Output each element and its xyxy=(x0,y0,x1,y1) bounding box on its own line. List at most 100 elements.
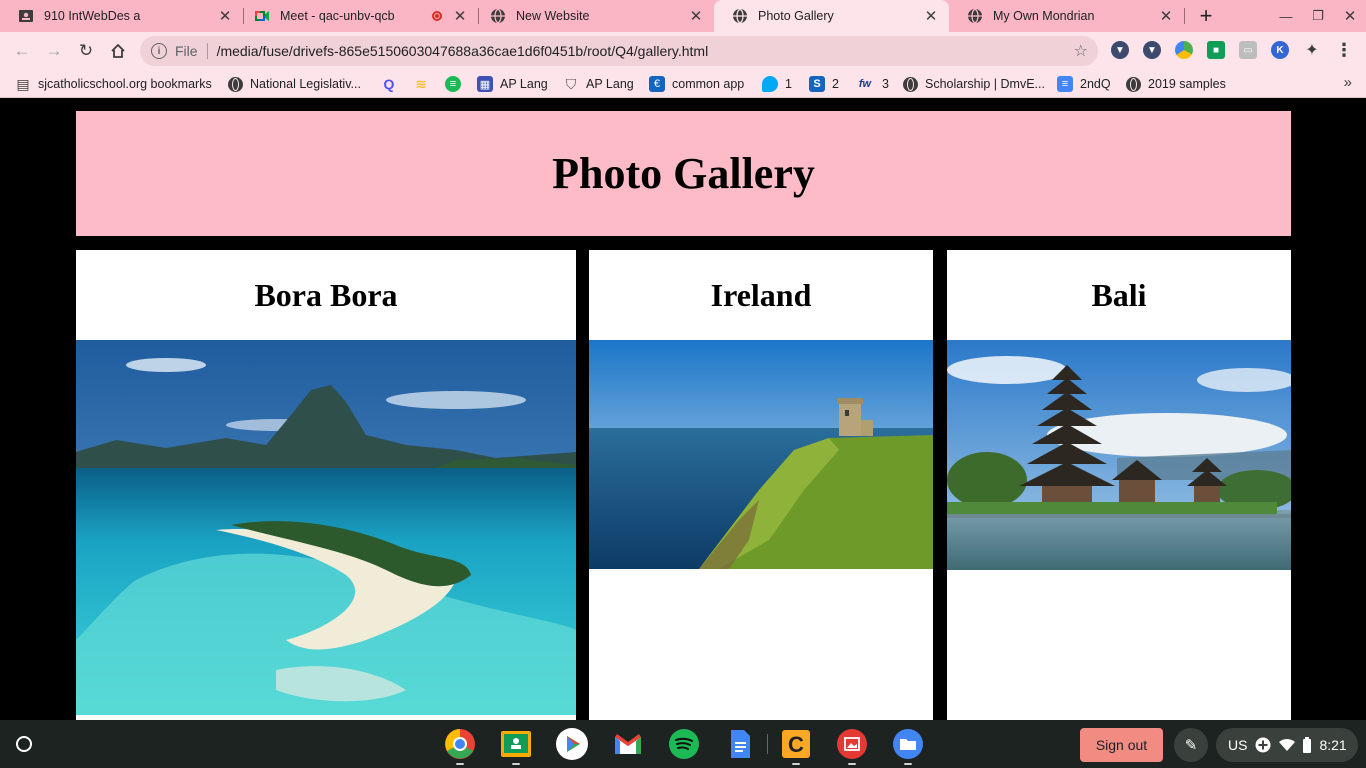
url-scheme: File xyxy=(175,43,198,59)
gmail-app-icon[interactable] xyxy=(612,728,644,760)
bookmark-label: 1 xyxy=(785,77,792,91)
bookmark-item[interactable]: 1 xyxy=(762,75,792,93)
bookmark-item[interactable]: ≡ xyxy=(445,75,468,93)
stylus-pen-icon[interactable]: ✎ xyxy=(1174,728,1208,762)
shield-icon[interactable]: ▼ xyxy=(1111,41,1129,59)
drive-colored-icon[interactable] xyxy=(1175,41,1193,59)
system-shelf: C Sign out ✎ US 8:21 xyxy=(0,720,1366,768)
gallery-card-bora-bora: Bora Bora xyxy=(76,250,576,720)
c-app-icon[interactable]: C xyxy=(780,728,812,765)
add-circle-icon xyxy=(1255,737,1271,753)
gallery-app-icon[interactable] xyxy=(836,728,868,765)
bookmark-item[interactable]: € common app xyxy=(649,75,744,93)
close-tab-icon[interactable]: ✕ xyxy=(1156,6,1176,26)
bookmark-item[interactable]: Q xyxy=(381,75,404,93)
globe-icon xyxy=(967,8,983,24)
page-title: Photo Gallery xyxy=(552,149,815,198)
card-title: Ireland xyxy=(710,276,812,313)
docs-icon: ≡ xyxy=(1057,76,1073,92)
bookmark-item[interactable]: ⛉ AP Lang xyxy=(563,75,634,93)
bookmark-item[interactable]: 2019 samples xyxy=(1126,75,1226,93)
s-icon: S xyxy=(809,76,825,92)
gallery-card-bali: Bali xyxy=(947,250,1291,720)
card-title: Bali xyxy=(1091,276,1147,313)
bookmark-label: AP Lang xyxy=(500,77,548,91)
card-title: Bora Bora xyxy=(254,276,398,313)
close-tab-icon[interactable]: ✕ xyxy=(686,6,706,26)
bookmark-item[interactable]: ▦ AP Lang xyxy=(477,75,548,93)
spotify-icon: ≡ xyxy=(445,76,461,92)
close-tab-icon[interactable]: ✕ xyxy=(921,6,941,26)
tab-separator xyxy=(1184,8,1185,24)
back-icon[interactable]: ← xyxy=(10,39,34,63)
new-tab-button[interactable]: + xyxy=(1194,3,1218,28)
clock-time: 8:21 xyxy=(1319,737,1347,753)
restore-icon[interactable]: ❐ xyxy=(1302,0,1334,32)
bookmark-star-icon[interactable]: ☆ xyxy=(1074,41,1088,61)
minimize-icon[interactable]: — xyxy=(1270,0,1302,32)
address-bar[interactable]: i File /media/fuse/drivefs-865e515060304… xyxy=(140,36,1098,66)
k-icon[interactable]: K xyxy=(1271,41,1289,59)
docs-app-icon[interactable] xyxy=(724,728,756,760)
running-indicator xyxy=(792,763,800,765)
bookmark-item[interactable]: S 2 xyxy=(809,75,839,93)
bookmark-folder[interactable]: ▤ sjcatholicschool.org bookmarks xyxy=(15,75,212,93)
kebab-menu-icon[interactable]: ⋮ xyxy=(1335,40,1353,60)
reload-icon[interactable]: ↻ xyxy=(74,39,98,63)
launcher-icon[interactable] xyxy=(8,728,40,760)
classroom-icon[interactable]: ■ xyxy=(1207,41,1225,59)
shield-outline-icon: ⛉ xyxy=(565,75,577,92)
tab-photo-gallery[interactable]: Photo Gallery ✕ xyxy=(714,0,949,32)
running-indicator xyxy=(512,763,520,765)
shelf-divider xyxy=(767,734,768,754)
calendar-icon: ▦ xyxy=(477,76,493,92)
screencast-icon[interactable]: ▭ xyxy=(1239,41,1257,59)
bookmark-item[interactable]: ≡ 2ndQ xyxy=(1057,75,1111,93)
tab-title: 910 IntWebDes a xyxy=(44,9,141,23)
bookmark-item[interactable]: ≋ xyxy=(413,75,436,93)
bookmark-label: sjcatholicschool.org bookmarks xyxy=(38,77,212,91)
recording-icon xyxy=(432,11,442,21)
info-icon[interactable]: i xyxy=(151,43,167,59)
tab-910-intwebdes[interactable]: 910 IntWebDes a ✕ xyxy=(0,0,243,32)
bookmark-item[interactable]: National Legislativ... xyxy=(228,75,361,93)
close-tab-icon[interactable]: ✕ xyxy=(215,6,235,26)
forward-icon[interactable]: → xyxy=(42,39,66,63)
bookmarks-bar: ▤ sjcatholicschool.org bookmarks Nationa… xyxy=(0,70,1366,98)
play-store-app-icon[interactable] xyxy=(556,728,588,760)
sign-out-button[interactable]: Sign out xyxy=(1080,728,1163,762)
close-tab-icon[interactable]: ✕ xyxy=(450,6,470,26)
q-icon: Q xyxy=(383,76,395,92)
bookmark-label: 2 xyxy=(832,77,839,91)
running-indicator xyxy=(904,763,912,765)
globe-icon xyxy=(903,76,918,92)
spotify-app-icon[interactable] xyxy=(668,728,700,760)
close-window-icon[interactable]: ✕ xyxy=(1334,0,1366,32)
files-app-icon[interactable] xyxy=(892,728,924,765)
classroom-icon xyxy=(18,8,34,24)
tab-title: Meet - qac-unbv-qcb xyxy=(280,9,395,23)
tab-my-own-mondrian[interactable]: My Own Mondrian ✕ xyxy=(949,0,1184,32)
globe-icon xyxy=(1126,76,1141,92)
chrome-app-icon[interactable] xyxy=(444,728,476,765)
shield-icon[interactable]: ▼ xyxy=(1143,41,1161,59)
bookmark-label: 3 xyxy=(882,77,889,91)
globe-icon xyxy=(732,8,748,24)
globe-icon xyxy=(490,8,506,24)
bookmark-item[interactable]: fw 3 xyxy=(855,75,889,93)
divider xyxy=(206,43,208,59)
home-icon[interactable] xyxy=(106,39,130,63)
battery-icon xyxy=(1303,737,1312,753)
chevron-right-icon[interactable]: » xyxy=(1344,74,1352,91)
tab-strip: 910 IntWebDes a ✕ Meet - qac-unbv-qcb ✕ … xyxy=(0,0,1366,32)
bookmark-item[interactable]: Scholarship | DmvE... xyxy=(903,75,1045,93)
bora-bora-lagoon-image xyxy=(76,340,576,715)
url-text[interactable]: /media/fuse/drivefs-865e5150603047688a36… xyxy=(217,43,709,59)
classroom-app-icon[interactable] xyxy=(500,728,532,765)
status-tray[interactable]: US 8:21 xyxy=(1216,728,1358,762)
bookmark-label: AP Lang xyxy=(586,77,634,91)
globe-icon xyxy=(228,76,243,92)
tab-meet[interactable]: Meet - qac-unbv-qcb ✕ xyxy=(236,0,478,32)
puzzle-icon[interactable]: ✦ xyxy=(1303,41,1321,59)
tab-new-website[interactable]: New Website ✕ xyxy=(472,0,714,32)
